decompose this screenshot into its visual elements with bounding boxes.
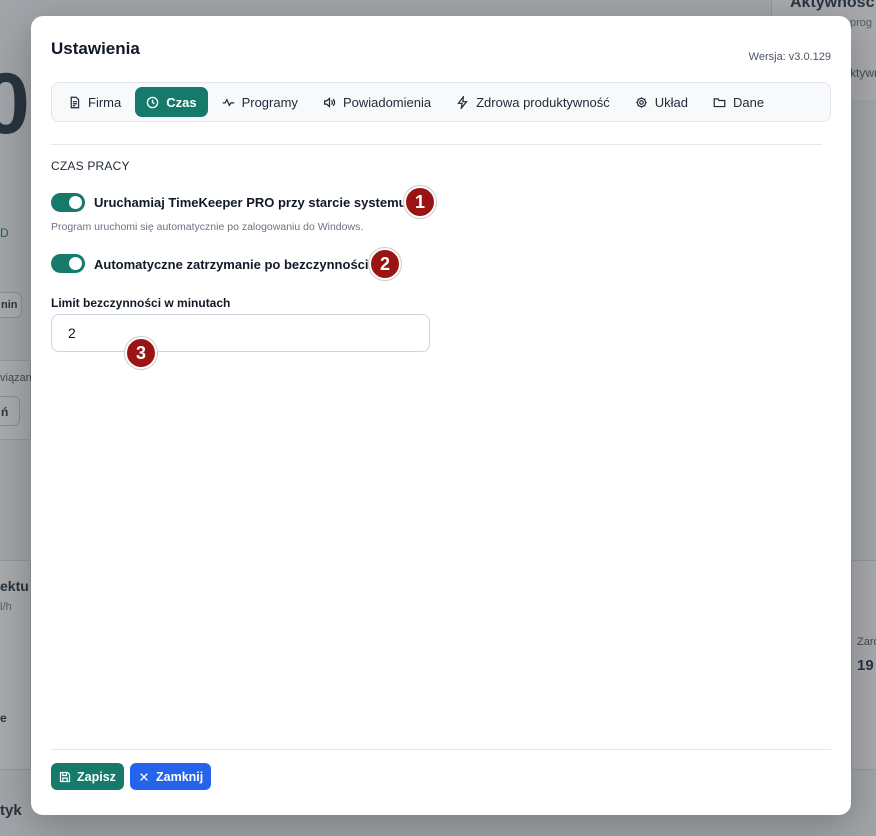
settings-tabs: Firma Czas Programy Powiadomienia Zdrowa… <box>51 82 831 122</box>
version-label: Wersja: v3.0.129 <box>748 51 831 63</box>
close-button[interactable]: Zamknij <box>130 763 212 790</box>
gear-icon <box>636 96 647 108</box>
autostart-toggle[interactable] <box>51 193 85 212</box>
speaker-icon <box>323 96 336 108</box>
tab-label: Firma <box>88 94 122 110</box>
activity-icon <box>222 97 234 107</box>
tab-label: Programy <box>241 94 298 110</box>
tab-czas[interactable]: Czas <box>135 87 208 117</box>
tab-label: Powiadomienia <box>342 94 432 110</box>
annotation-marker-3: 3 <box>125 337 157 369</box>
document-icon <box>70 96 80 108</box>
toggle-knob <box>69 257 82 270</box>
save-icon <box>59 771 71 782</box>
tab-powiadomienia[interactable]: Powiadomienia <box>312 87 442 117</box>
idle-stop-label: Automatyczne zatrzymanie po bezczynności <box>94 257 369 272</box>
save-button-label: Zapisz <box>77 769 116 784</box>
idle-stop-toggle[interactable] <box>51 254 85 273</box>
idle-limit-label: Limit bezczynności w minutach <box>51 296 231 310</box>
settings-modal: Ustawienia Wersja: v3.0.129 Firma Czas P… <box>31 16 851 815</box>
close-icon <box>140 772 148 781</box>
section-title: CZAS PRACY <box>51 159 130 173</box>
lightning-icon <box>457 95 468 109</box>
tab-firma[interactable]: Firma <box>57 87 132 117</box>
annotation-marker-2: 2 <box>369 248 401 280</box>
tab-label: Układ <box>654 94 689 110</box>
autostart-label: Uruchamiaj TimeKeeper PRO przy starcie s… <box>94 195 407 210</box>
divider <box>51 144 822 145</box>
toggle-knob <box>69 196 82 209</box>
annotation-marker-1: 1 <box>404 186 436 218</box>
idle-limit-input[interactable] <box>51 314 430 352</box>
tab-label: Czas <box>166 94 197 110</box>
tab-uklad[interactable]: Układ <box>624 87 699 117</box>
modal-title: Ustawienia <box>51 39 140 58</box>
autostart-hint: Program uruchomi się automatycznie po za… <box>51 221 364 233</box>
tab-zdrowa-produktywnosc[interactable]: Zdrowa produktywność <box>445 87 621 117</box>
tab-programy[interactable]: Programy <box>211 87 309 117</box>
tab-label: Zdrowa produktywność <box>476 94 610 110</box>
folder-icon <box>713 97 726 107</box>
footer-divider <box>51 749 831 750</box>
save-button[interactable]: Zapisz <box>51 763 124 790</box>
tab-label: Dane <box>733 94 765 110</box>
close-button-label: Zamknij <box>156 769 204 784</box>
tab-dane[interactable]: Dane <box>702 87 775 117</box>
clock-icon <box>146 96 159 108</box>
